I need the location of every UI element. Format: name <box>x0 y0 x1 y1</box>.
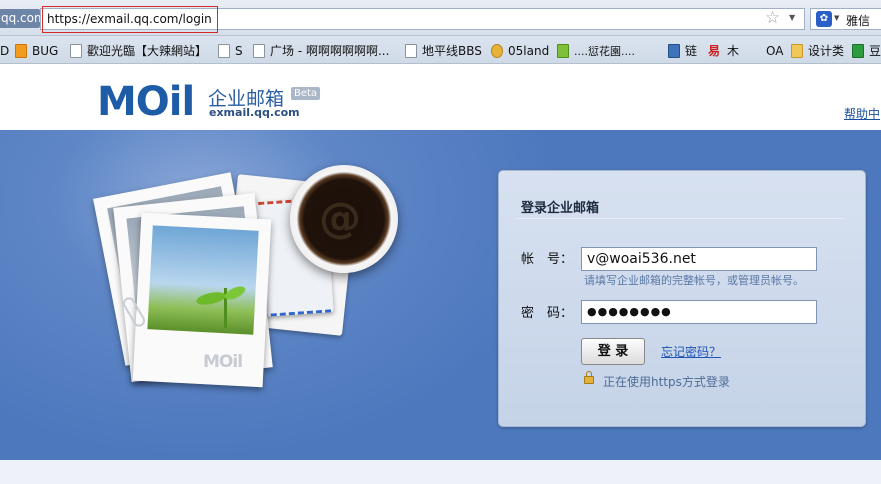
bookmark-item[interactable]: 木 <box>727 42 739 60</box>
sprout-favicon-icon <box>557 44 569 58</box>
bookmark-item[interactable]: 05land <box>491 42 549 60</box>
login-divider <box>516 218 844 219</box>
password-input[interactable]: ●●●●●●●● <box>581 300 817 324</box>
bookmark-item[interactable]: BUG <box>15 42 58 60</box>
bookmark-item[interactable]: S <box>218 42 243 60</box>
search-engine-dropdown-icon[interactable]: ▼ <box>834 14 839 22</box>
site-favicon-icon <box>852 44 864 58</box>
previous-url-fragment: qq.com <box>0 9 40 28</box>
page-icon <box>218 44 230 58</box>
footer-strip <box>0 460 881 484</box>
at-sign-icon: @ <box>319 193 361 242</box>
help-center-link[interactable]: 帮助中 <box>844 105 880 122</box>
bookmark-item[interactable]: OA <box>766 42 783 60</box>
account-hint: 请填写企业邮箱的完整帐号，或管理员帐号。 <box>584 274 804 287</box>
https-status-text: 正在使用https方式登录 <box>603 375 730 389</box>
bookmark-item[interactable]: 广场 - 啊啊啊啊啊啊... <box>253 42 389 60</box>
beta-badge: Beta <box>291 87 321 100</box>
folder-icon <box>791 44 803 58</box>
page-icon <box>405 44 417 58</box>
password-label: 密 码： <box>521 306 574 321</box>
url-dropdown-icon[interactable]: ▼ <box>789 13 795 22</box>
link-favicon-icon <box>668 44 680 58</box>
site-favicon-icon <box>491 44 503 58</box>
url-highlight-annotation <box>42 6 218 33</box>
mail-logo: MOil <box>97 79 195 125</box>
lock-icon <box>584 376 594 384</box>
bookmark-item[interactable]: 地平线BBS <box>405 42 482 60</box>
bookmark-star-icon[interactable]: ☆ <box>765 9 780 28</box>
account-label: 帐 号： <box>521 252 574 267</box>
product-domain: exmail.qq.com <box>209 106 300 119</box>
bookmark-item[interactable]: 易 <box>708 42 720 60</box>
bookmark-item[interactable]: ....愆花園.... <box>557 42 635 60</box>
bookmark-item[interactable]: 链 <box>668 42 697 60</box>
account-input[interactable]: v@woai536.net <box>581 247 817 271</box>
sprout-photo-image <box>147 225 259 335</box>
bookmark-item[interactable]: 豆 <box>852 42 881 60</box>
forgot-password-link[interactable]: 忘记密码？ <box>661 343 721 360</box>
login-button[interactable]: 登 录 <box>581 338 645 365</box>
photo-logo: MOil <box>203 352 243 372</box>
bookmark-item[interactable]: 设计类 <box>791 42 844 60</box>
rss-icon <box>15 44 27 58</box>
login-title: 登录企业邮箱 <box>521 201 600 216</box>
search-engine-label[interactable]: 雅信 <box>846 12 870 29</box>
baidu-paw-icon[interactable]: ✿ <box>816 11 832 27</box>
page-icon <box>253 44 265 58</box>
bookmark-item[interactable]: D <box>0 42 9 60</box>
bookmark-item[interactable]: 歡迎光臨【大辣網站】 <box>70 42 207 60</box>
page-icon <box>70 44 82 58</box>
